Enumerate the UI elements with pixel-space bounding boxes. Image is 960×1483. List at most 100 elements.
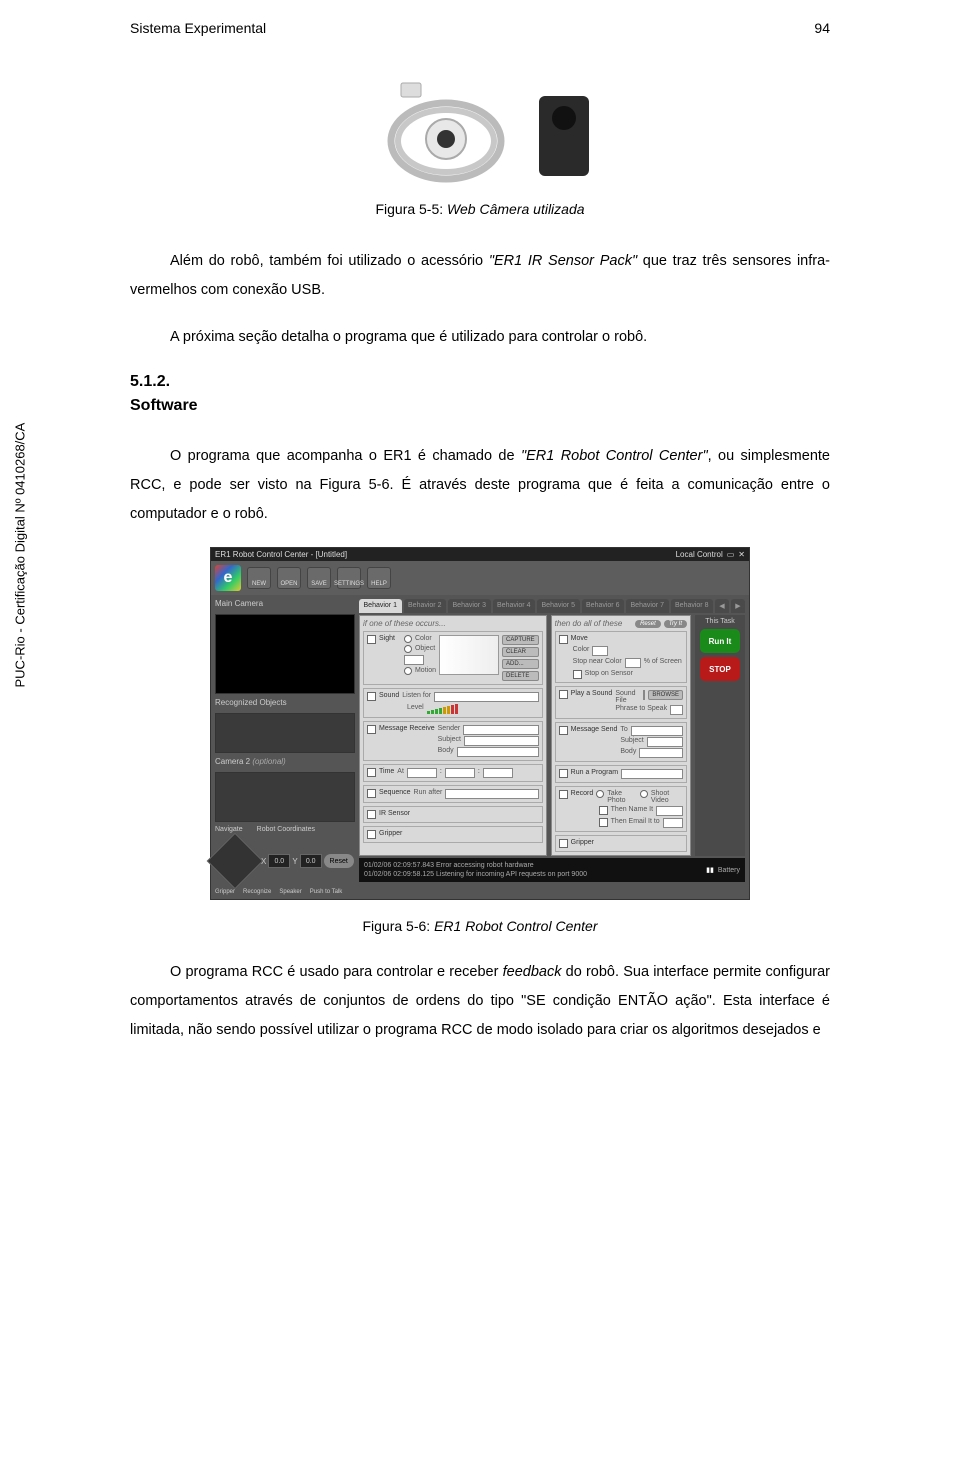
local-control-label: Local Control xyxy=(676,550,723,559)
if-subject-input[interactable] xyxy=(464,736,539,746)
sender-label: Sender xyxy=(438,725,461,732)
then-email-checkbox[interactable] xyxy=(599,818,608,827)
sound-checkbox[interactable] xyxy=(367,692,376,701)
sequence-checkbox[interactable] xyxy=(367,789,376,798)
tab-behavior-7[interactable]: Behavior 7 xyxy=(626,599,669,613)
settings-button[interactable]: SETTINGS xyxy=(337,567,361,589)
recognized-objects-panel xyxy=(215,713,355,753)
save-button[interactable]: SAVE xyxy=(307,567,331,589)
time-s-input[interactable] xyxy=(483,768,513,778)
speaker-icon[interactable]: Speaker xyxy=(279,889,301,895)
time-m-input[interactable] xyxy=(445,768,475,778)
tab-behavior-2[interactable]: Behavior 2 xyxy=(404,599,447,613)
browse-button[interactable]: BROWSE xyxy=(648,690,683,700)
stop-button[interactable]: STOP xyxy=(700,657,740,681)
stop-sensor-checkbox[interactable] xyxy=(573,670,582,679)
status-line-2: 01/02/06 02:09:58.125 Listening for inco… xyxy=(364,870,587,879)
play-sound-checkbox[interactable] xyxy=(559,690,568,699)
record-checkbox[interactable] xyxy=(559,790,568,799)
take-photo-radio[interactable] xyxy=(596,790,604,798)
then-name-checkbox[interactable] xyxy=(599,806,608,815)
this-task-label: This Task xyxy=(705,618,734,625)
run-program-checkbox[interactable] xyxy=(559,769,568,778)
run-it-button[interactable]: Run It xyxy=(700,629,740,653)
message-receive-checkbox[interactable] xyxy=(367,725,376,734)
color-label: Color xyxy=(415,635,432,642)
color-preview xyxy=(439,635,499,675)
push-to-talk-icon[interactable]: Push to Talk xyxy=(310,889,343,895)
pct-input[interactable] xyxy=(625,658,641,668)
tab-scroll-left-icon[interactable]: ◀ xyxy=(715,599,729,613)
then-subject-input[interactable] xyxy=(647,737,683,747)
then-gripper-checkbox[interactable] xyxy=(559,839,568,848)
reset-coords-button[interactable]: Reset xyxy=(324,854,354,868)
reset-behavior-button[interactable]: Reset xyxy=(635,620,661,628)
play-sound-label: Play a Sound xyxy=(571,690,613,697)
tab-behavior-3[interactable]: Behavior 3 xyxy=(448,599,491,613)
time-h-input[interactable] xyxy=(407,768,437,778)
shoot-video-label: Shoot Video xyxy=(651,790,683,804)
sender-input[interactable] xyxy=(463,725,538,735)
if-gripper-checkbox[interactable] xyxy=(367,830,376,839)
stop-sensor-label: Stop on Sensor xyxy=(585,670,633,677)
phrase-input[interactable] xyxy=(670,705,683,715)
gripper-icon[interactable]: Gripper xyxy=(215,889,235,895)
if-body-input[interactable] xyxy=(457,747,539,757)
color-radio[interactable] xyxy=(404,635,412,643)
tab-behavior-8[interactable]: Behavior 8 xyxy=(671,599,714,613)
tab-behavior-4[interactable]: Behavior 4 xyxy=(493,599,536,613)
figure-5-6-caption: Figura 5-6: ER1 Robot Control Center xyxy=(130,918,830,934)
object-radio[interactable] xyxy=(404,645,412,653)
minimize-icon[interactable]: ▭ xyxy=(727,550,735,559)
coord-y-value: 0.0 xyxy=(300,854,322,868)
then-body-input[interactable] xyxy=(639,748,683,758)
clear-button[interactable]: CLEAR xyxy=(502,647,539,657)
then-color-swatch[interactable] xyxy=(592,646,608,656)
paragraph-1: Além do robô, também foi utilizado o ace… xyxy=(130,247,830,305)
pause-icon[interactable]: ▮▮ xyxy=(706,866,714,875)
shoot-video-radio[interactable] xyxy=(640,790,648,798)
help-button[interactable]: HELP xyxy=(367,567,391,589)
dpad-control[interactable] xyxy=(207,833,264,890)
sight-checkbox[interactable] xyxy=(367,635,376,644)
section-title: Software xyxy=(130,394,830,418)
listen-input[interactable] xyxy=(434,692,539,702)
message-send-checkbox[interactable] xyxy=(559,726,568,735)
tab-behavior-1[interactable]: Behavior 1 xyxy=(359,599,402,613)
certification-label: PUC-Rio - Certificação Digital Nº 041026… xyxy=(13,423,28,688)
at-label: At xyxy=(397,768,404,775)
ir-sensor-checkbox[interactable] xyxy=(367,810,376,819)
move-checkbox[interactable] xyxy=(559,635,568,644)
tab-behavior-5[interactable]: Behavior 5 xyxy=(537,599,580,613)
try-it-button[interactable]: Try It xyxy=(664,620,687,628)
motion-radio[interactable] xyxy=(404,667,412,675)
section-number: 5.1.2. xyxy=(130,370,830,394)
tab-scroll-right-icon[interactable]: ▶ xyxy=(731,599,745,613)
then-subject-label: Subject xyxy=(620,737,643,744)
pct-label: % of Screen xyxy=(644,658,682,665)
new-button[interactable]: NEW xyxy=(247,567,271,589)
name-it-input[interactable] xyxy=(656,806,683,816)
camera-2-label: Camera 2 xyxy=(215,757,250,766)
email-to-input[interactable] xyxy=(663,818,683,828)
camera-2-view xyxy=(215,772,355,822)
message-send-label: Message Send xyxy=(571,726,618,733)
level-meter xyxy=(427,704,458,714)
object-field[interactable] xyxy=(404,655,424,665)
tab-behavior-6[interactable]: Behavior 6 xyxy=(582,599,625,613)
if-header: if one of these occurs... xyxy=(363,619,446,628)
run-program-input[interactable] xyxy=(621,769,683,779)
close-icon[interactable]: ✕ xyxy=(738,550,745,559)
add-button[interactable]: ADD... xyxy=(502,659,539,669)
sound-file-input[interactable] xyxy=(643,690,645,700)
to-input[interactable] xyxy=(631,726,683,736)
to-label: To xyxy=(620,726,627,733)
ir-sensor-label: IR Sensor xyxy=(379,810,410,817)
delete-button[interactable]: DELETE xyxy=(502,671,539,681)
time-checkbox[interactable] xyxy=(367,768,376,777)
open-button[interactable]: OPEN xyxy=(277,567,301,589)
then-column: then do all of these Reset Try It Move C… xyxy=(551,615,691,856)
run-after-input[interactable] xyxy=(445,789,538,799)
capture-button[interactable]: CAPTURE xyxy=(502,635,539,645)
recognize-icon[interactable]: Recognize xyxy=(243,889,271,895)
